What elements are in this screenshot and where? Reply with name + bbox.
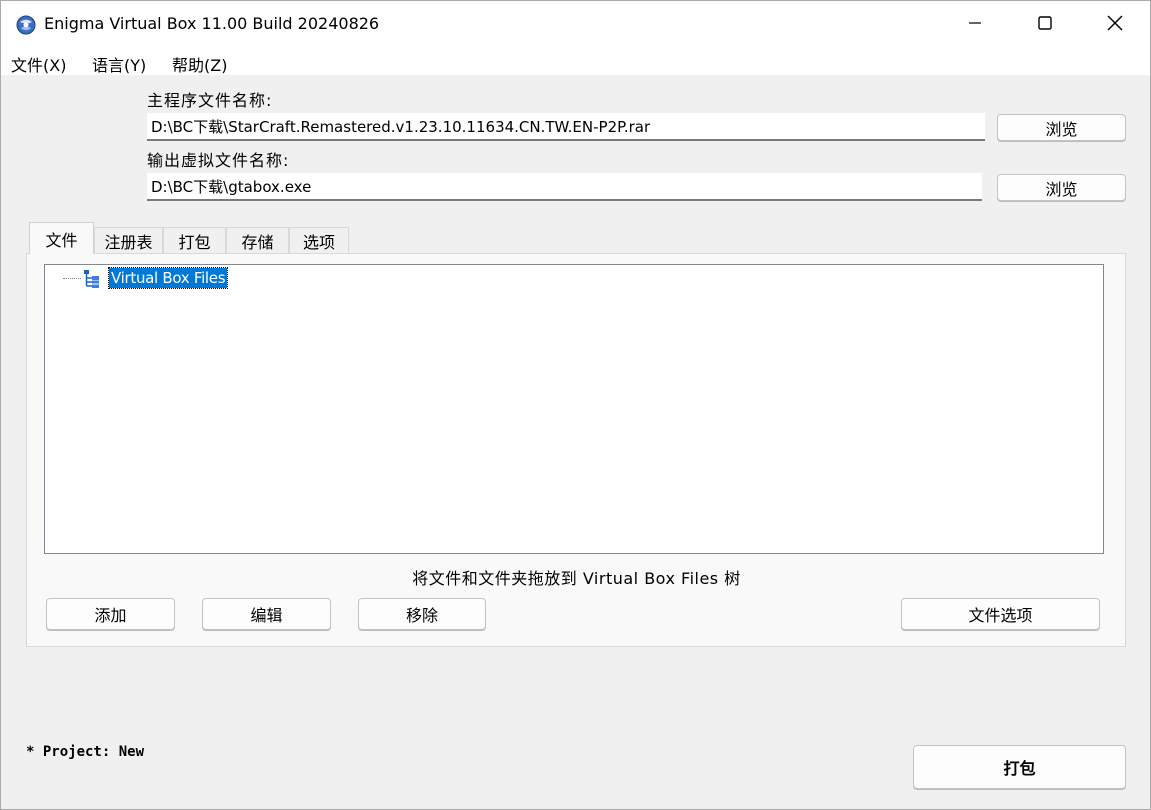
menu-help[interactable]: 帮助(Z) xyxy=(170,52,229,76)
tab-registry[interactable]: 注册表 xyxy=(94,227,163,253)
main-file-input[interactable]: D:\BC下载\StarCraft.Remastered.v1.23.10.11… xyxy=(147,113,985,141)
main-file-browse-button[interactable]: 浏览 xyxy=(997,114,1126,141)
output-file-browse-button[interactable]: 浏览 xyxy=(997,174,1126,201)
title-bar[interactable]: Enigma Virtual Box 11.00 Build 20240826 xyxy=(1,1,1150,49)
tree-structure-icon xyxy=(83,269,101,289)
remove-button[interactable]: 移除 xyxy=(358,598,486,630)
pack-button[interactable]: 打包 xyxy=(913,745,1126,789)
output-file-input[interactable]: D:\BC下载\gtabox.exe xyxy=(147,173,982,201)
app-logo-icon xyxy=(16,15,36,35)
drag-drop-hint: 将文件和文件夹拖放到 Virtual Box Files 树 xyxy=(412,569,741,588)
maximize-icon xyxy=(1037,15,1053,35)
tab-storage[interactable]: 存储 xyxy=(226,227,289,253)
menu-language[interactable]: 语言(Y) xyxy=(90,52,148,76)
file-options-button[interactable]: 文件选项 xyxy=(901,598,1100,630)
window-title: Enigma Virtual Box 11.00 Build 20240826 xyxy=(44,14,380,33)
project-status: * Project: New xyxy=(26,744,145,760)
edit-button[interactable]: 编辑 xyxy=(202,598,331,630)
minimize-icon xyxy=(967,15,983,35)
close-icon xyxy=(1107,15,1123,35)
output-file-label: 输出虚拟文件名称: xyxy=(147,151,290,170)
menu-file[interactable]: 文件(X) xyxy=(9,52,68,76)
main-file-label: 主程序文件名称: xyxy=(147,91,273,110)
add-button[interactable]: 添加 xyxy=(46,598,175,630)
tab-packaging[interactable]: 打包 xyxy=(163,227,226,253)
minimize-button[interactable] xyxy=(940,1,1010,49)
menu-bar: 文件(X) 语言(Y) 帮助(Z) xyxy=(1,49,1150,75)
tab-files[interactable]: 文件 xyxy=(29,222,94,254)
tree-connector-line xyxy=(63,278,81,279)
tab-options[interactable]: 选项 xyxy=(289,227,349,253)
app-window: Enigma Virtual Box 11.00 Build 20240826 … xyxy=(0,0,1151,810)
virtual-box-files-tree[interactable]: Virtual Box Files xyxy=(44,264,1104,554)
tree-root-item[interactable]: Virtual Box Files xyxy=(107,267,229,289)
close-button[interactable] xyxy=(1080,1,1150,49)
maximize-button[interactable] xyxy=(1010,1,1080,49)
